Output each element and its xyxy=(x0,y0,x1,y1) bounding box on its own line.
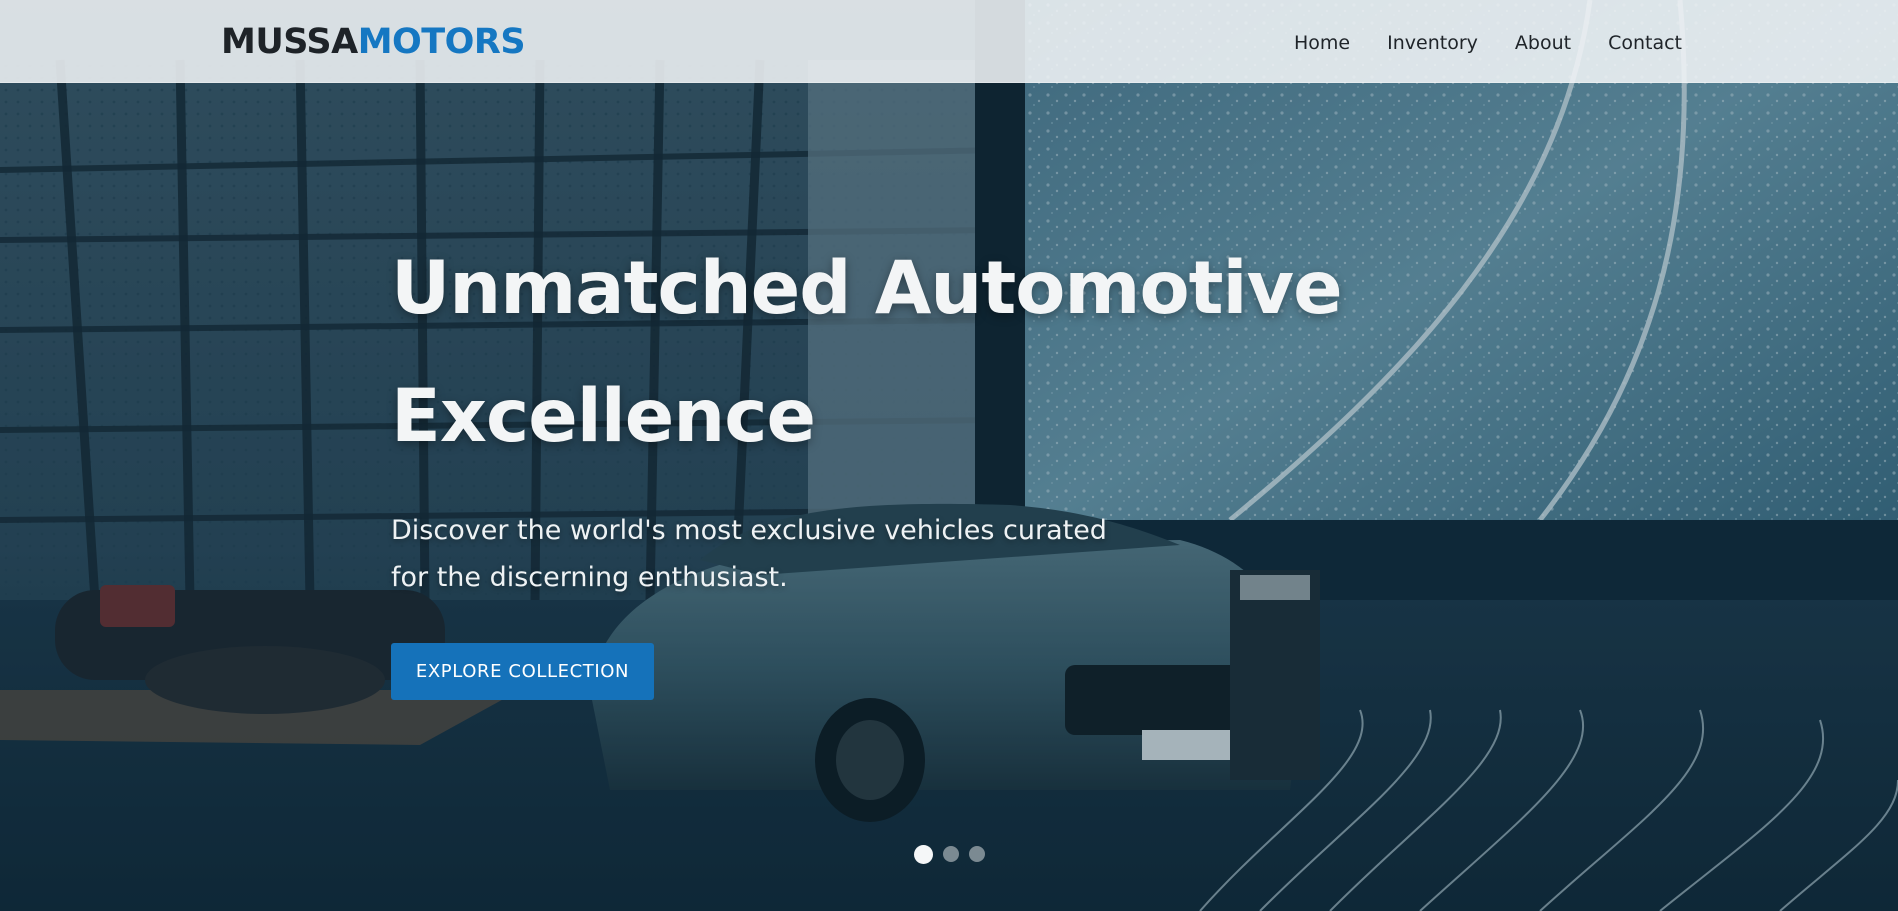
hero-title: Unmatched Automotive Excellence xyxy=(391,246,1343,459)
navbar: MUSSAMOTORS Home Inventory About Contact xyxy=(0,0,1898,83)
nav-link-inventory[interactable]: Inventory xyxy=(1387,28,1478,58)
brand-name-part1: MUSSA xyxy=(221,22,358,62)
brand-logo[interactable]: MUSSAMOTORS xyxy=(221,18,526,66)
slide-dot-1[interactable] xyxy=(914,845,933,864)
slide-dot-3[interactable] xyxy=(969,846,985,862)
hero-content: Unmatched Automotive Excellence Discover… xyxy=(391,225,1351,601)
nav-link-contact[interactable]: Contact xyxy=(1608,28,1682,58)
brand-name-part2: MOTORS xyxy=(357,22,526,62)
hero-subtitle: Discover the world's most exclusive vehi… xyxy=(391,515,1107,593)
hero-section: MUSSAMOTORS Home Inventory About Contact… xyxy=(0,0,1898,911)
nav-link-about[interactable]: About xyxy=(1515,28,1571,58)
explore-collection-button[interactable]: EXPLORE COLLECTION xyxy=(391,643,654,700)
nav-link-home[interactable]: Home xyxy=(1294,28,1350,58)
main-nav: Home Inventory About Contact xyxy=(1294,28,1682,58)
slide-indicators xyxy=(914,845,985,864)
slide-dot-2[interactable] xyxy=(943,846,959,862)
